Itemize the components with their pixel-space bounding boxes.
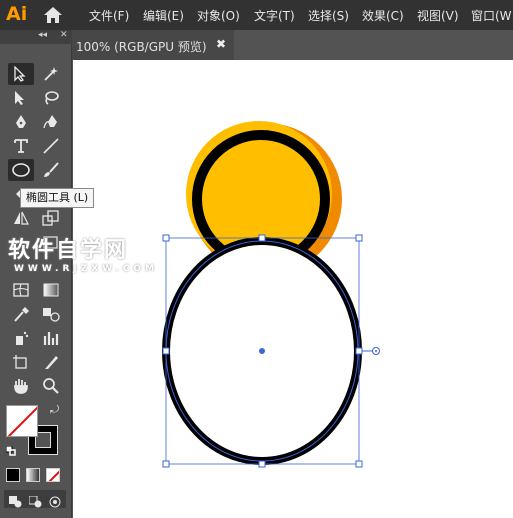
direct-selection-tool[interactable] [8,87,34,109]
menu-type[interactable]: 文字(T) [254,7,295,24]
collapse-panel-button[interactable]: ◂◂ [38,30,47,40]
hand-icon [14,379,28,394]
menu-view[interactable]: 视图(V) [417,7,459,24]
none-slash-icon [7,406,37,436]
home-icon[interactable] [42,5,64,25]
eyedropper-icon [14,307,29,322]
selection-arrow-icon [14,66,26,82]
symbol-sprayer-icon [16,331,29,345]
document-tab[interactable]: 100% (RGB/GPU 预览) ✖ [72,30,234,60]
blend-icon [43,308,60,322]
curvature-tool[interactable] [38,111,64,133]
artboard-icon [13,355,27,369]
fill-swatch[interactable] [6,405,38,437]
tools-panel: ◂◂ ✕ ⤾ [0,30,72,518]
slice-knife-icon [45,356,58,369]
menu-object[interactable]: 对象(O) [197,7,240,24]
pen-tool[interactable] [8,111,34,133]
swap-fill-stroke-icon[interactable]: ⤾ [50,403,59,417]
type-icon [14,139,28,153]
close-tab-button[interactable]: ✖ [216,37,226,51]
menu-file[interactable]: 文件(F) [89,7,129,24]
menu-bar: Ai 文件(F) 编辑(E) 对象(O) 文字(T) 选择(S) 效果(C) 视… [0,0,513,30]
paintbrush-tool[interactable] [38,159,64,181]
artwork [162,121,380,468]
none-mode-button[interactable] [46,468,60,482]
pen-icon [16,115,26,128]
document-tab-bar: 100% (RGB/GPU 预览) ✖ [72,30,513,60]
free-transform-tool[interactable] [38,231,64,253]
gradient-mode-button[interactable] [26,468,40,482]
magic-wand-tool[interactable] [38,63,64,85]
mesh-tool[interactable] [8,279,34,301]
tool-tooltip: 椭圆工具 (L) [20,188,95,208]
type-tool[interactable] [8,135,34,157]
line-segment-tool[interactable] [38,135,64,157]
eyedropper-tool[interactable] [8,303,34,325]
menu-window[interactable]: 窗口(W [471,7,512,24]
blend-tool[interactable] [38,303,64,325]
fill-stroke-widget: ⤾ [4,403,68,456]
color-mode-button[interactable] [6,468,20,482]
paintbrush-icon [44,162,59,177]
reflect-tool[interactable] [8,207,34,229]
column-graph-icon [43,332,59,345]
artboard-tool[interactable] [8,351,34,373]
app-logo: Ai [6,3,28,25]
width-icon [13,240,29,247]
menu-effect[interactable]: 效果(C) [362,7,404,24]
scale-icon [42,210,59,226]
lasso-tool[interactable] [38,87,64,109]
gradient-icon [43,283,59,297]
draw-behind-icon[interactable] [28,493,42,508]
document-tab-label: 100% (RGB/GPU 预览) [76,40,207,54]
zoom-magnifier-icon [43,378,59,394]
close-panel-button[interactable]: ✕ [60,30,68,40]
draw-normal-icon[interactable] [9,493,22,508]
draw-inside-icon[interactable] [49,493,62,508]
magic-wand-icon [44,67,58,81]
ellipse-icon [12,163,30,177]
mesh-icon [13,283,29,297]
direct-selection-icon [15,91,24,105]
zoom-tool[interactable] [38,375,64,397]
selection-tool[interactable] [8,63,34,85]
symbol-sprayer-tool[interactable] [8,327,34,349]
slice-tool[interactable] [38,351,64,373]
menu-select[interactable]: 选择(S) [308,7,349,24]
tools-panel-header: ◂◂ ✕ [0,30,72,44]
hand-tool[interactable] [8,375,34,397]
reflect-icon [14,211,29,225]
drawing-modes [4,490,66,508]
ellipse-tool[interactable] [8,159,34,181]
menu-edit[interactable]: 编辑(E) [143,7,184,24]
line-segment-icon [43,138,59,154]
scale-tool[interactable] [38,207,64,229]
column-graph-tool[interactable] [38,327,64,349]
lasso-icon [45,91,59,105]
default-fill-stroke-icon[interactable] [5,441,16,456]
width-tool[interactable] [8,231,34,253]
free-transform-icon [43,236,58,249]
center-point [259,348,265,354]
curvature-pen-icon [43,115,57,129]
artboard-canvas[interactable] [73,60,513,518]
gradient-tool[interactable] [38,279,64,301]
illustrator-window: Ai 文件(F) 编辑(E) 对象(O) 文字(T) 选择(S) 效果(C) 视… [0,0,513,518]
